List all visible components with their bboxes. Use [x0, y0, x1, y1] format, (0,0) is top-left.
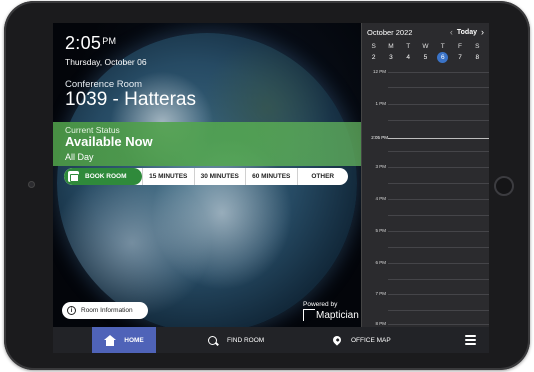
- status-value: Available Now: [65, 134, 153, 149]
- chevron-right-icon[interactable]: ›: [481, 27, 484, 37]
- hour-line: [388, 294, 489, 295]
- hour-label: 5 PM: [375, 228, 386, 233]
- duration-60-button[interactable]: 60 MINUTES: [245, 168, 297, 185]
- hour-label: 7 PM: [375, 291, 386, 296]
- room-name: 1039 - Hatteras: [65, 89, 196, 110]
- menu-icon[interactable]: [465, 335, 476, 345]
- half-hour-line: [388, 151, 489, 152]
- hour-label: 8 PM: [375, 321, 386, 326]
- duration-15-button[interactable]: 15 MINUTES: [142, 168, 194, 185]
- book-room-button[interactable]: BOOK ROOM: [64, 168, 142, 185]
- hour-line: [388, 72, 489, 73]
- day-cell[interactable]: 3: [382, 52, 399, 63]
- hour-line: [388, 199, 489, 200]
- half-hour-line: [388, 310, 489, 311]
- hour-label: 12 PM: [372, 69, 386, 74]
- camera-icon: [28, 181, 35, 188]
- info-icon: i: [67, 306, 76, 315]
- calendar-panel: October 2022 ‹ Today › S M T W T F S 2 3…: [361, 23, 489, 327]
- half-hour-line: [388, 183, 489, 184]
- home-icon: [104, 334, 117, 346]
- day-cell[interactable]: 4: [400, 52, 417, 63]
- bottom-nav: HOME FIND ROOM OFFICE MAP: [53, 327, 489, 353]
- nav-home-button[interactable]: HOME: [92, 327, 156, 353]
- today-button[interactable]: Today: [457, 29, 477, 36]
- calendar-month: October 2022: [367, 27, 413, 37]
- status-banner: Current Status Available Now All Day: [53, 122, 361, 166]
- weekday-row: S M T W T F S: [371, 43, 480, 50]
- half-hour-line: [388, 120, 489, 121]
- hour-label: 3 PM: [375, 164, 386, 169]
- powered-by-logo: Powered by Maptician: [303, 301, 359, 321]
- hour-line: [388, 104, 489, 105]
- day-schedule[interactable]: 12 PM 1 PM 2:05 PM 3 PM 4 PM 5 PM 6 PM 7…: [362, 69, 489, 327]
- hour-line: [388, 263, 489, 264]
- day-cell[interactable]: 7: [451, 52, 468, 63]
- chevron-left-icon[interactable]: ‹: [450, 27, 453, 37]
- screen: 2:05PM Thursday, October 06 Conference R…: [53, 23, 489, 353]
- clock: 2:05PM Thursday, October 06: [65, 33, 147, 67]
- map-pin-icon: [331, 334, 343, 346]
- day-cell[interactable]: 8: [469, 52, 486, 63]
- date-row: 2 3 4 5 6 7 8: [362, 52, 489, 63]
- half-hour-line: [388, 247, 489, 248]
- tablet-frame: 2:05PM Thursday, October 06 Conference R…: [4, 1, 530, 370]
- booking-action-bar: BOOK ROOM 15 MINUTES 30 MINUTES 60 MINUT…: [64, 168, 348, 185]
- current-time: 2:05PM: [65, 33, 117, 53]
- calendar-header: October 2022 ‹ Today ›: [362, 23, 489, 41]
- current-date: Thursday, October 06: [65, 57, 147, 67]
- search-icon: [208, 335, 217, 345]
- hour-label: 6 PM: [375, 260, 386, 265]
- current-time-marker-label: 2:05 PM: [371, 135, 388, 140]
- half-hour-line: [388, 87, 489, 88]
- half-hour-line: [388, 279, 489, 280]
- day-cell[interactable]: 2: [365, 52, 382, 63]
- hour-label: 4 PM: [375, 196, 386, 201]
- current-time-marker: [388, 138, 489, 139]
- room-information-button[interactable]: i Room Information: [62, 302, 148, 319]
- hour-line: [388, 231, 489, 232]
- hour-line: [388, 324, 489, 325]
- duration-30-button[interactable]: 30 MINUTES: [193, 168, 246, 185]
- main-panel: 2:05PM Thursday, October 06 Conference R…: [53, 23, 361, 327]
- status-duration: All Day: [65, 152, 94, 162]
- maptician-logo-icon: [303, 309, 315, 321]
- duration-other-button[interactable]: OTHER: [296, 168, 349, 185]
- hour-label: 1 PM: [375, 101, 386, 106]
- device-home-button[interactable]: [494, 176, 514, 196]
- hour-line: [388, 167, 489, 168]
- half-hour-line: [388, 215, 489, 216]
- selected-day-cell[interactable]: 6: [437, 52, 449, 63]
- day-cell[interactable]: 5: [417, 52, 434, 63]
- nav-find-room-button[interactable]: FIND ROOM: [208, 327, 264, 353]
- calendar-icon: [68, 171, 79, 182]
- nav-office-map-button[interactable]: OFFICE MAP: [331, 327, 391, 353]
